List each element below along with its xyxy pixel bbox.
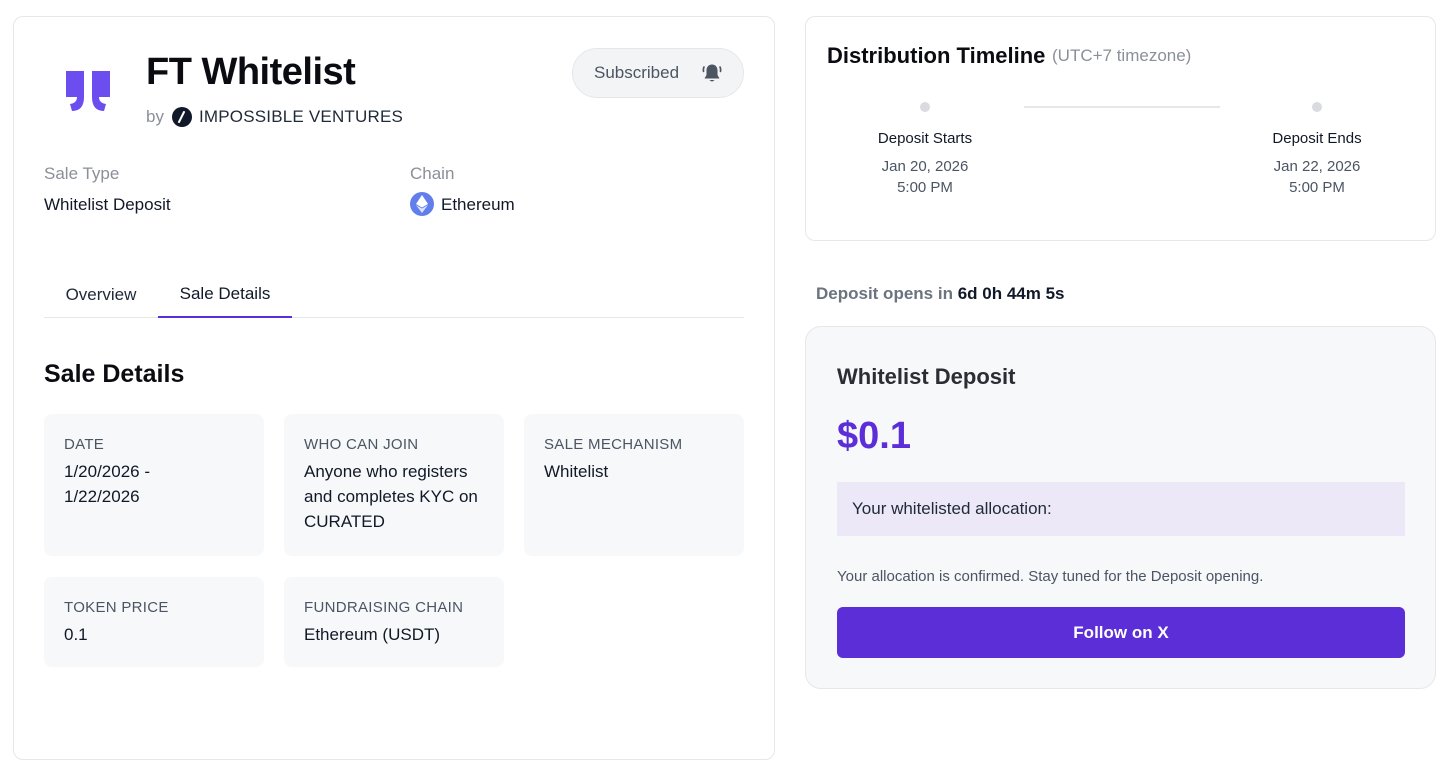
info-value: Ethereum (USDT) <box>304 625 441 644</box>
chain-value: Ethereum <box>441 195 515 214</box>
timeline-step-start: Deposit Starts Jan 20, 2026 5:00 PM <box>825 130 1025 198</box>
chain-label: Chain <box>410 164 455 183</box>
allocation-label: Your whitelisted allocation: <box>852 499 1052 518</box>
info-box-sale-mechanism: SALE MECHANISM Whitelist <box>524 414 744 556</box>
info-value: Whitelist <box>544 462 609 481</box>
step-time: 5:00 PM <box>1289 179 1345 196</box>
info-label: SALE MECHANISM <box>544 436 683 453</box>
countdown-label: Deposit opens in <box>816 284 953 303</box>
info-box-token-price: TOKEN PRICE 0.1 <box>44 577 264 667</box>
allocation-banner: Your whitelisted allocation: <box>837 482 1405 536</box>
info-value: 1/20/2026 - 1/22/2026 <box>64 462 151 506</box>
step-name: Deposit Ends <box>1272 130 1362 147</box>
timeline-dot-start <box>920 102 930 112</box>
timeline-timezone: (UTC+7 timezone) <box>1052 46 1192 65</box>
subscribed-button[interactable]: Subscribed <box>572 48 744 98</box>
info-label: TOKEN PRICE <box>64 599 169 616</box>
bell-icon <box>702 64 722 82</box>
impossible-ventures-icon <box>171 107 192 127</box>
step-datetime: Jan 22, 2026 5:00 PM <box>1217 156 1417 198</box>
step-time: 5:00 PM <box>897 179 953 196</box>
by-label: by <box>146 107 164 126</box>
timeline-dot-end <box>1312 102 1322 112</box>
info-value: Anyone who registers and completes KYC o… <box>304 462 478 531</box>
step-date: Jan 22, 2026 <box>1273 158 1361 175</box>
step-datetime: Jan 20, 2026 5:00 PM <box>825 156 1025 198</box>
info-label: DATE <box>64 436 105 453</box>
project-card: FT Whitelist by IMPOSSIBLE VENTURES Subs… <box>13 16 775 760</box>
timeline-connector <box>1024 106 1220 108</box>
follow-on-x-button[interactable]: Follow on X <box>837 607 1405 658</box>
countdown-value: 6d 0h 44m 5s <box>957 284 1065 303</box>
project-byline: by IMPOSSIBLE VENTURES <box>146 107 403 127</box>
info-label: FUNDRAISING CHAIN <box>304 599 464 616</box>
timeline-title: Distribution Timeline <box>827 43 1046 68</box>
info-label: WHO CAN JOIN <box>304 436 419 453</box>
sale-details-title: Sale Details <box>44 360 185 388</box>
tab-bar: Overview Sale Details <box>44 272 744 318</box>
deposit-countdown: Deposit opens in 6d 0h 44m 5s <box>816 284 1064 304</box>
venture-name-link[interactable]: IMPOSSIBLE VENTURES <box>199 107 403 127</box>
project-title: FT Whitelist <box>146 51 356 93</box>
timeline-step-end: Deposit Ends Jan 22, 2026 5:00 PM <box>1217 130 1417 198</box>
tab-sale-details[interactable]: Sale Details <box>158 272 292 318</box>
info-box-who-can-join: WHO CAN JOIN Anyone who registers and co… <box>284 414 504 556</box>
ethereum-icon <box>410 192 434 216</box>
step-date: Jan 20, 2026 <box>881 158 969 175</box>
step-name: Deposit Starts <box>877 130 973 147</box>
info-value: 0.1 <box>64 625 88 644</box>
sale-type-label: Sale Type <box>44 164 120 183</box>
tab-overview[interactable]: Overview <box>44 272 158 318</box>
distribution-timeline-card: Distribution Timeline (UTC+7 timezone) D… <box>805 16 1436 241</box>
project-logo-icon <box>66 71 110 111</box>
whitelist-deposit-card: Whitelist Deposit $0.1 Your whitelisted … <box>805 326 1436 689</box>
info-box-fundraising-chain: FUNDRAISING CHAIN Ethereum (USDT) <box>284 577 504 667</box>
info-box-date: DATE 1/20/2026 - 1/22/2026 <box>44 414 264 556</box>
subscribed-label: Subscribed <box>594 63 680 82</box>
sale-type-value: Whitelist Deposit <box>44 195 171 214</box>
deposit-price: $0.1 <box>837 415 911 457</box>
deposit-title: Whitelist Deposit <box>837 364 1016 389</box>
allocation-note: Your allocation is confirmed. Stay tuned… <box>837 568 1264 585</box>
